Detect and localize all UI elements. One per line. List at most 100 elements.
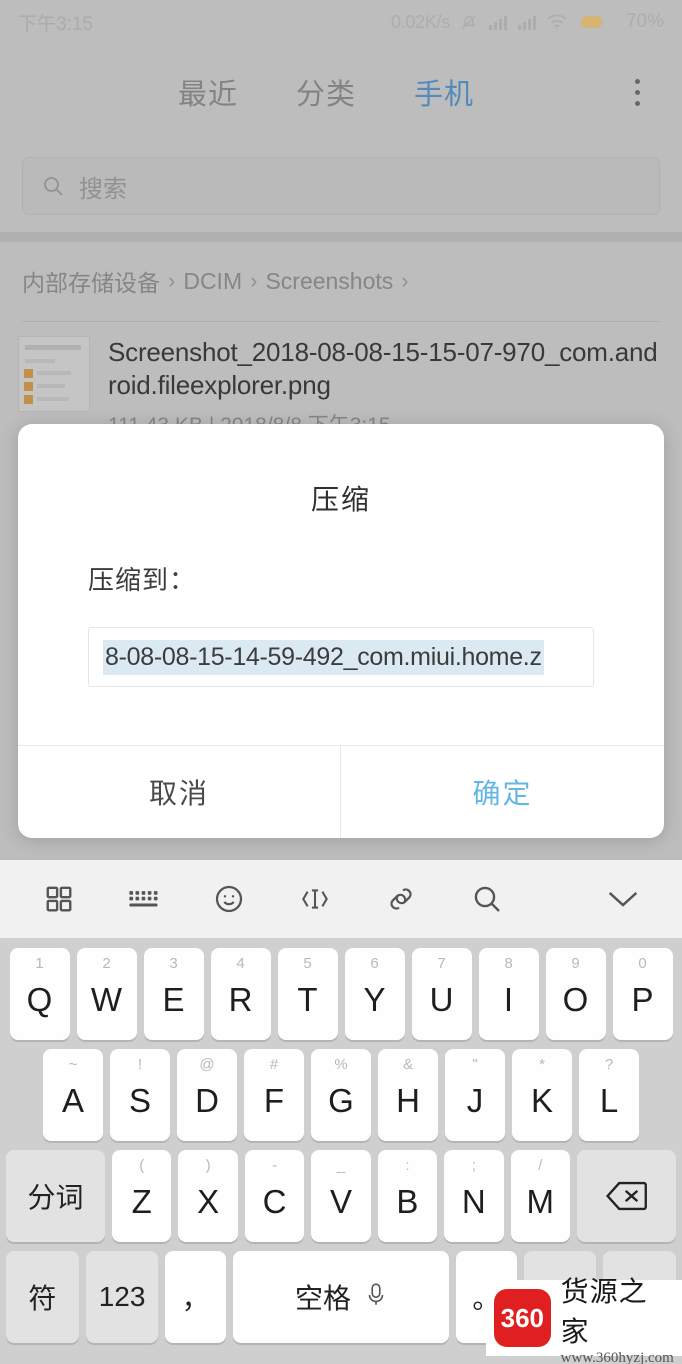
file-name: Screenshot_2018-08-08-15-15-07-970_com.a…	[108, 337, 658, 401]
key-alt-label: 9	[571, 955, 580, 972]
key-k[interactable]: * K	[512, 1049, 572, 1141]
key-alt-label: ;	[471, 1157, 476, 1174]
keyboard-icon[interactable]	[114, 870, 172, 928]
key-main-label: M	[526, 1182, 555, 1220]
key-alt-label: "	[472, 1056, 478, 1073]
archive-name-input[interactable]: 8-08-08-15-14-59-492_com.miui.home.z	[88, 627, 594, 687]
wifi-icon	[546, 13, 568, 31]
key-alt-label: &	[402, 1056, 414, 1073]
key-main-label: X	[197, 1182, 220, 1220]
confirm-button[interactable]: 确定	[341, 746, 664, 838]
status-bar: 下午3:15 0.02K/s 70%	[0, 0, 682, 44]
key-w[interactable]: 2W	[76, 948, 137, 1040]
grid-icon[interactable]	[30, 870, 88, 928]
key-n[interactable]: ; N	[444, 1150, 504, 1242]
keyboard-row-2: ~ A ! S @ D # F % G & H " J * K ? L	[6, 1049, 676, 1141]
archive-name-value: 8-08-08-15-14-59-492_com.miui.home.z	[103, 639, 544, 675]
keyboard-toolbar	[0, 860, 682, 938]
key-numbers[interactable]: 123	[85, 1251, 159, 1343]
key-main-label: 符	[28, 1283, 57, 1314]
key-x[interactable]: ) X	[178, 1150, 238, 1242]
tab-phone[interactable]: 手机	[414, 71, 474, 113]
chevron-down-icon[interactable]	[594, 870, 652, 928]
breadcrumb-item-screenshots[interactable]: Screenshots	[265, 268, 393, 295]
breadcrumb-item-dcim[interactable]: DCIM	[183, 268, 242, 295]
backspace-icon[interactable]	[576, 1150, 677, 1242]
watermark-url: www.360hyzj.com	[560, 1349, 674, 1364]
key-g[interactable]: % G	[311, 1049, 371, 1141]
emoji-icon[interactable]	[200, 870, 258, 928]
key-f[interactable]: # F	[244, 1049, 304, 1141]
key-alt-label: 4	[236, 955, 245, 972]
key-alt-label: ?	[604, 1056, 614, 1073]
key-r[interactable]: 4R	[210, 948, 271, 1040]
overflow-menu-icon[interactable]	[622, 72, 652, 112]
tab-bar: 最近 分类 手机	[0, 44, 682, 140]
key-z[interactable]: (Z	[112, 1150, 172, 1242]
key-main-label: N	[461, 1182, 486, 1220]
key-alt-label: )	[205, 1157, 211, 1174]
key-t[interactable]: 5T	[277, 948, 338, 1040]
key-main-label: K	[530, 1081, 553, 1119]
key-c[interactable]: -C	[244, 1150, 305, 1242]
key-main-label: C	[262, 1182, 287, 1220]
key-b[interactable]: :B	[377, 1150, 438, 1242]
key-alt-label: _	[336, 1157, 346, 1174]
key-p[interactable]: 0P	[612, 948, 673, 1040]
key-main-label: E	[162, 980, 185, 1018]
key-v[interactable]: _ V	[311, 1150, 371, 1242]
key-u[interactable]: 7U	[411, 948, 472, 1040]
key-i[interactable]: 8I	[478, 948, 539, 1040]
battery-icon	[576, 12, 617, 32]
key-s[interactable]: ! S	[110, 1049, 170, 1141]
keyboard-row-1: 1Q 2W 3E 4R 5T 6Y 7U 8I 9O 0P	[6, 948, 676, 1040]
key-alt-label: 6	[370, 955, 379, 972]
key-space[interactable]: 空格	[232, 1251, 450, 1343]
key-alt-label: /	[538, 1157, 543, 1174]
cancel-button[interactable]: 取消	[18, 746, 341, 838]
status-time: 下午3:15	[18, 13, 93, 35]
key-symbols[interactable]: 符	[6, 1251, 79, 1343]
tab-categories[interactable]: 分类	[296, 71, 356, 113]
key-main-label: D	[195, 1081, 219, 1119]
breadcrumb-item-root[interactable]: 内部存储设备	[22, 264, 160, 298]
status-icons: 0.02K/s 70%	[391, 11, 664, 33]
clipboard-link-icon[interactable]	[372, 870, 430, 928]
watermark-logo: 360	[494, 1289, 551, 1347]
key-o[interactable]: 9O	[545, 948, 606, 1040]
key-a[interactable]: ~ A	[43, 1049, 103, 1141]
key-main-label: 分词	[27, 1182, 84, 1213]
search-input[interactable]: 搜索	[22, 157, 660, 215]
key-main-label: B	[396, 1182, 419, 1220]
key-main-label: P	[631, 980, 654, 1018]
search-placeholder: 搜索	[79, 175, 127, 203]
watermark-brand: 货源之家	[560, 1276, 648, 1348]
search-icon[interactable]	[458, 870, 516, 928]
key-e[interactable]: 3E	[143, 948, 204, 1040]
key-alt-label: 1	[35, 955, 44, 972]
microphone-icon[interactable]	[365, 1282, 387, 1313]
key-d[interactable]: @ D	[177, 1049, 237, 1141]
key-word-segment[interactable]: 分词	[6, 1150, 106, 1242]
key-q[interactable]: 1Q	[9, 948, 70, 1040]
key-comma[interactable]: ，	[165, 1251, 226, 1343]
key-alt-label: :	[405, 1157, 410, 1174]
section-divider	[0, 232, 682, 242]
tab-recent[interactable]: 最近	[178, 71, 238, 113]
key-main-label: S	[128, 1081, 151, 1119]
key-main-label: U	[429, 980, 454, 1018]
key-l[interactable]: ? L	[579, 1049, 639, 1141]
dialog-field-wrapper: 8-08-08-15-14-59-492_com.miui.home.z	[18, 597, 664, 687]
key-alt-label: 0	[638, 955, 647, 972]
text-cursor-icon[interactable]	[286, 870, 344, 928]
key-y[interactable]: 6Y	[344, 948, 405, 1040]
key-main-label: Y	[363, 980, 386, 1018]
key-h[interactable]: & H	[378, 1049, 438, 1141]
key-j[interactable]: " J	[445, 1049, 505, 1141]
mute-bell-icon	[459, 12, 479, 32]
key-m[interactable]: / M	[510, 1150, 570, 1242]
soft-keyboard: 1Q 2W 3E 4R 5T 6Y 7U 8I 9O 0P ~ A ! S @ D #…	[0, 860, 682, 1364]
key-main-label: ，	[181, 1283, 210, 1314]
key-alt-label: (	[139, 1157, 145, 1174]
signal-bars-icon	[488, 13, 508, 31]
